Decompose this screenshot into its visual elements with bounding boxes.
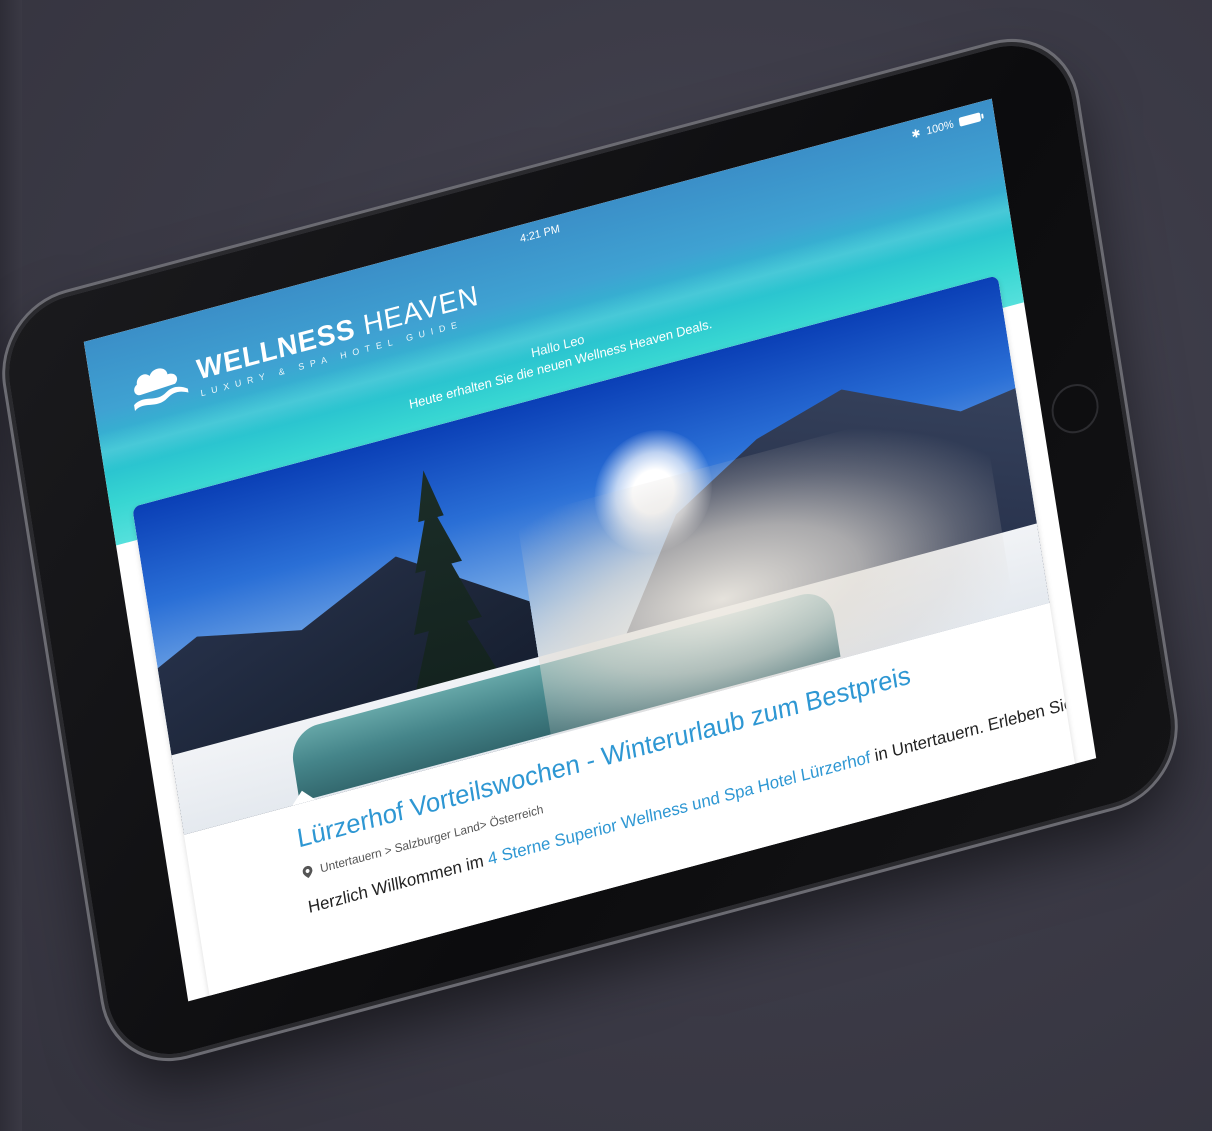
background-stage: 4:21 PM ✱ 100% WELLNESS HEAVEN LUXURY & … bbox=[0, 0, 1212, 1131]
tablet-device: 4:21 PM ✱ 100% WELLNESS HEAVEN LUXURY & … bbox=[0, 30, 1182, 1070]
battery-percent: 100% bbox=[925, 117, 955, 138]
battery-icon bbox=[958, 112, 982, 127]
map-pin-icon bbox=[302, 865, 313, 878]
cloud-wave-icon bbox=[134, 368, 189, 412]
status-time: 4:21 PM bbox=[519, 222, 561, 246]
status-right: ✱ 100% bbox=[910, 110, 982, 142]
bluetooth-icon: ✱ bbox=[910, 127, 922, 142]
tablet-screen: 4:21 PM ✱ 100% WELLNESS HEAVEN LUXURY & … bbox=[83, 98, 1097, 1002]
home-button[interactable] bbox=[1048, 378, 1103, 439]
tablet-wrap: 4:21 PM ✱ 100% WELLNESS HEAVEN LUXURY & … bbox=[0, 0, 1212, 1131]
